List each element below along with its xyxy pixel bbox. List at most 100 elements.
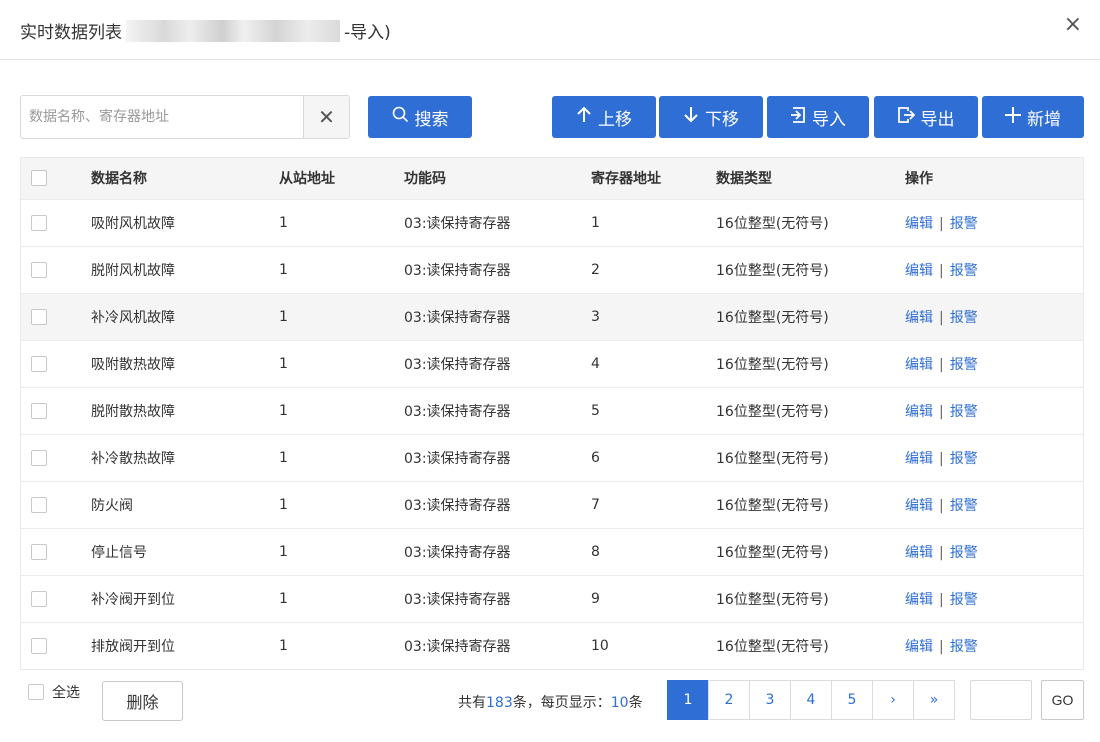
table-row[interactable]: 吸附风机故障 1 03:读保持寄存器 1 16位整型(无符号) 编辑 | 报警 — [21, 198, 1083, 246]
next-page-button[interactable]: › — [872, 680, 914, 720]
cell-data-type: 16位整型(无符号) — [716, 433, 905, 481]
row-checkbox[interactable] — [31, 637, 47, 654]
cell-function-code: 03:读保持寄存器 — [404, 621, 591, 669]
edit-link[interactable]: 编辑 — [905, 310, 933, 326]
header-checkbox[interactable] — [31, 170, 47, 187]
table-row[interactable]: 补冷散热故障 1 03:读保持寄存器 6 16位整型(无符号) 编辑 | 报警 — [21, 433, 1083, 481]
table-row[interactable]: 补冷风机故障 1 03:读保持寄存器 3 16位整型(无符号) 编辑 | 报警 — [21, 292, 1083, 340]
total-suffix: 条 — [628, 695, 643, 711]
search-button-label: 搜索 — [414, 109, 449, 129]
edit-link[interactable]: 编辑 — [905, 263, 933, 279]
edit-link[interactable]: 编辑 — [905, 639, 933, 655]
cell-register-address: 7 — [591, 480, 716, 528]
column-header: 寄存器地址 — [591, 158, 716, 199]
row-checkbox[interactable] — [31, 214, 47, 231]
row-checkbox[interactable] — [31, 590, 47, 607]
table-row[interactable]: 防火阀 1 03:读保持寄存器 7 16位整型(无符号) 编辑 | 报警 — [21, 480, 1083, 528]
action-separator: | — [939, 262, 944, 279]
dialog-title: 实时数据列表 -导入) — [20, 18, 391, 43]
alarm-link[interactable]: 报警 — [950, 263, 978, 279]
alarm-link[interactable]: 报警 — [950, 498, 978, 514]
add-button[interactable]: 新增 — [982, 96, 1084, 138]
cell-slave-address: 1 — [279, 433, 404, 481]
import-label: 导入 — [812, 109, 846, 129]
action-separator: | — [939, 215, 944, 232]
page-button[interactable]: 2 — [708, 680, 750, 720]
goto-page-input[interactable] — [970, 680, 1032, 720]
clear-search-button[interactable]: ✕ — [303, 96, 349, 138]
move-down-button[interactable]: 下移 — [659, 96, 763, 138]
search-input[interactable] — [21, 96, 303, 138]
column-header: 数据名称 — [91, 158, 279, 199]
table-row[interactable]: 脱附风机故障 1 03:读保持寄存器 2 16位整型(无符号) 编辑 | 报警 — [21, 245, 1083, 293]
search-icon — [392, 106, 409, 128]
last-page-button[interactable]: » — [913, 680, 955, 720]
row-checkbox[interactable] — [31, 449, 47, 466]
action-separator: | — [939, 497, 944, 514]
cell-data-type: 16位整型(无符号) — [716, 480, 905, 528]
alarm-link[interactable]: 报警 — [950, 592, 978, 608]
table-row[interactable]: 停止信号 1 03:读保持寄存器 8 16位整型(无符号) 编辑 | 报警 — [21, 527, 1083, 575]
select-all-checkbox[interactable] — [28, 684, 44, 700]
move-up-label: 上移 — [598, 109, 632, 129]
import-button[interactable]: 导入 — [767, 96, 869, 138]
pagination-summary: 共有183条，每页显示：10条 — [458, 692, 643, 712]
select-all[interactable]: 全选 — [28, 682, 80, 702]
edit-link[interactable]: 编辑 — [905, 216, 933, 232]
alarm-link[interactable]: 报警 — [950, 639, 978, 655]
cell-name: 脱附风机故障 — [91, 245, 279, 293]
column-header: 从站地址 — [279, 158, 404, 199]
row-checkbox[interactable] — [31, 261, 47, 278]
action-separator: | — [939, 638, 944, 655]
export-icon — [897, 106, 915, 128]
edit-link[interactable]: 编辑 — [905, 451, 933, 467]
page-button[interactable]: 3 — [749, 680, 791, 720]
page-button[interactable]: 5 — [831, 680, 873, 720]
alarm-link[interactable]: 报警 — [950, 216, 978, 232]
total-mid: 条，每页显示： — [512, 695, 611, 711]
alarm-link[interactable]: 报警 — [950, 310, 978, 326]
cell-name: 吸附风机故障 — [91, 198, 279, 246]
cell-name: 排放阀开到位 — [91, 621, 279, 669]
row-checkbox[interactable] — [31, 496, 47, 513]
edit-link[interactable]: 编辑 — [905, 498, 933, 514]
cell-data-type: 16位整型(无符号) — [716, 574, 905, 622]
row-checkbox[interactable] — [31, 543, 47, 560]
search-button[interactable]: 搜索 — [368, 96, 472, 138]
alarm-link[interactable]: 报警 — [950, 451, 978, 467]
edit-link[interactable]: 编辑 — [905, 404, 933, 420]
move-up-button[interactable]: 上移 — [552, 96, 656, 138]
total-prefix: 共有 — [458, 695, 486, 711]
close-icon[interactable]: × — [1064, 12, 1082, 37]
cell-name: 脱附散热故障 — [91, 386, 279, 434]
edit-link[interactable]: 编辑 — [905, 545, 933, 561]
page-button[interactable]: 1 — [667, 680, 709, 720]
alarm-link[interactable]: 报警 — [950, 545, 978, 561]
go-button[interactable]: GO — [1041, 680, 1084, 720]
row-checkbox[interactable] — [31, 355, 47, 372]
cell-actions: 编辑 | 报警 — [905, 621, 1083, 669]
cell-name: 补冷风机故障 — [91, 292, 279, 340]
cell-actions: 编辑 | 报警 — [905, 574, 1083, 622]
alarm-link[interactable]: 报警 — [950, 357, 978, 373]
export-label: 导出 — [920, 109, 955, 129]
table-row[interactable]: 脱附散热故障 1 03:读保持寄存器 5 16位整型(无符号) 编辑 | 报警 — [21, 386, 1083, 434]
table-row[interactable]: 补冷阀开到位 1 03:读保持寄存器 9 16位整型(无符号) 编辑 | 报警 — [21, 574, 1083, 622]
table-row[interactable]: 吸附散热故障 1 03:读保持寄存器 4 16位整型(无符号) 编辑 | 报警 — [21, 339, 1083, 387]
cell-function-code: 03:读保持寄存器 — [404, 386, 591, 434]
table-row[interactable]: 排放阀开到位 1 03:读保持寄存器 10 16位整型(无符号) 编辑 | 报警 — [21, 621, 1083, 669]
row-checkbox[interactable] — [31, 402, 47, 419]
cell-register-address: 1 — [591, 198, 716, 246]
arrow-up-icon — [576, 106, 592, 128]
page-size: 10 — [610, 695, 629, 711]
page-button[interactable]: 4 — [790, 680, 832, 720]
cell-data-type: 16位整型(无符号) — [716, 292, 905, 340]
edit-link[interactable]: 编辑 — [905, 357, 933, 373]
arrow-down-icon — [683, 106, 699, 128]
edit-link[interactable]: 编辑 — [905, 592, 933, 608]
alarm-link[interactable]: 报警 — [950, 404, 978, 420]
plus-icon — [1005, 106, 1021, 128]
row-checkbox[interactable] — [31, 308, 47, 325]
delete-button[interactable]: 删除 — [102, 681, 183, 721]
export-button[interactable]: 导出 — [874, 96, 978, 138]
